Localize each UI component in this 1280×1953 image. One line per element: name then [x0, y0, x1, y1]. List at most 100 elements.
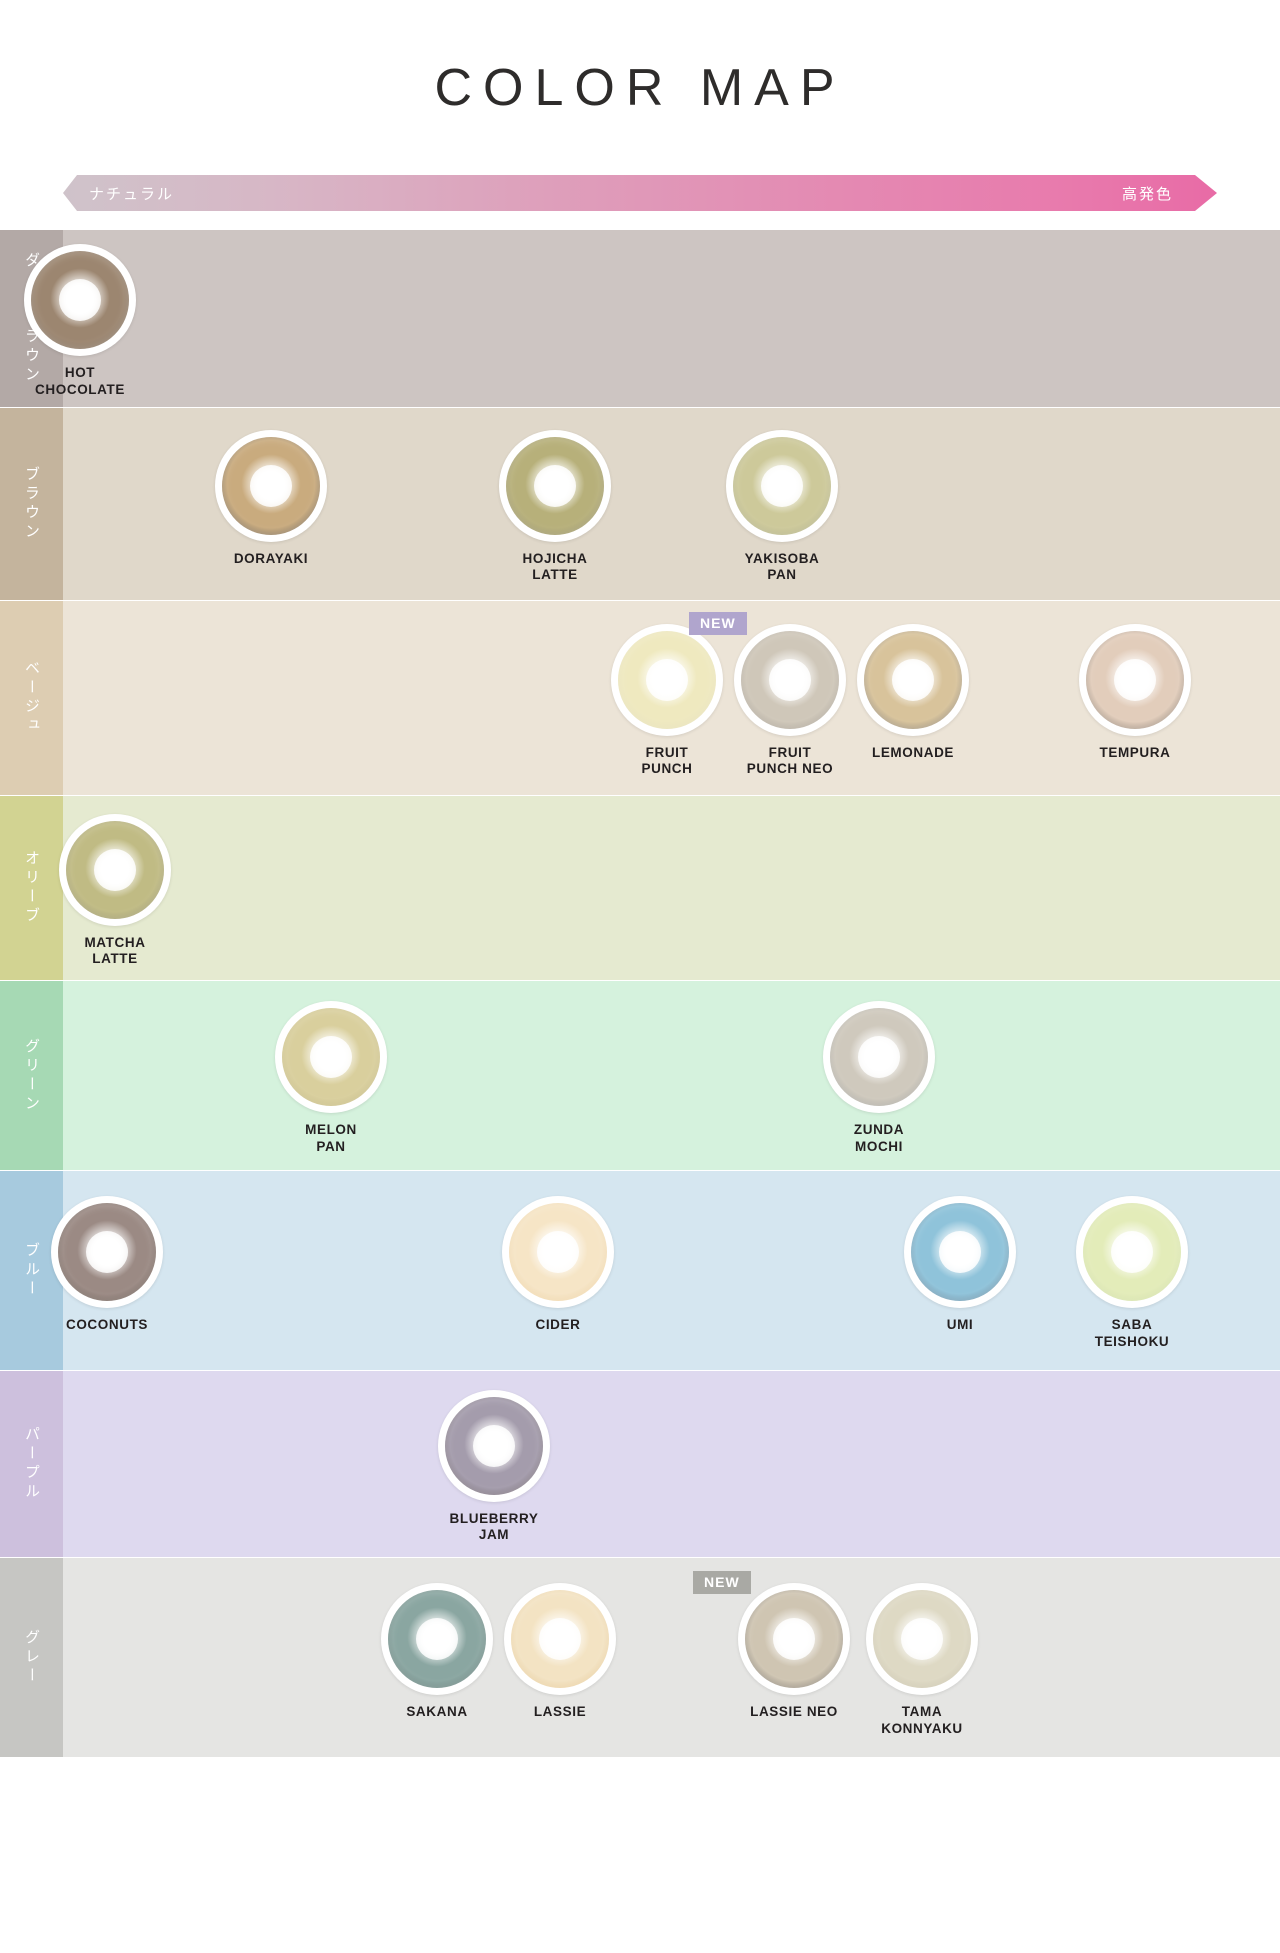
- lens-swatch-icon[interactable]: [504, 1583, 616, 1695]
- lens-item[interactable]: UMI: [885, 1196, 1035, 1334]
- lens-item[interactable]: HOJICHA LATTE: [480, 429, 630, 585]
- lens-swatch-icon[interactable]: [24, 244, 136, 356]
- lens-swatch-icon[interactable]: [438, 1389, 550, 1502]
- lens-swatch-icon[interactable]: [866, 1583, 978, 1695]
- color-row-label-text: パープル: [23, 1426, 41, 1502]
- color-row-label-text: グリーン: [23, 1037, 41, 1114]
- lens-pupil: [773, 1618, 815, 1660]
- lens-name-label: TAMA KONNYAKU: [881, 1704, 963, 1736]
- color-row-label: グレー: [0, 1558, 63, 1757]
- lens-item[interactable]: BLUEBERRY JAM: [419, 1389, 569, 1545]
- color-row: ベージュ FRUIT PUNCH NEW FRUIT PUNCH NEO LEMONADE T…: [0, 601, 1280, 796]
- new-badge: NEW: [689, 611, 747, 635]
- lens-pupil: [537, 1231, 579, 1273]
- lens-pupil: [416, 1618, 458, 1660]
- intensity-scale-bar: ナチュラル 高発色: [63, 175, 1217, 211]
- lens-swatch-icon[interactable]: [904, 1196, 1016, 1308]
- color-map-grid: ダークブラウンHOTCHOCOLATE ブラウン DORAYAKI HOJICHALA…: [0, 220, 1280, 1758]
- lens-pupil: [250, 464, 292, 507]
- page-header: COLOR MAP: [0, 0, 1280, 175]
- lens-swatch-icon[interactable]: [857, 623, 969, 736]
- color-row: オリーブ MATCHA LATTE: [0, 796, 1280, 981]
- color-row-label-text: オリーブ: [23, 850, 41, 926]
- lens-swatch-icon[interactable]: [381, 1583, 493, 1695]
- lens-pupil: [769, 658, 811, 701]
- lens-item[interactable]: HOT CHOCOLATE: [5, 244, 155, 399]
- lens-name-label: ZUNDA MOCHI: [853, 1122, 905, 1154]
- color-row: ブルー COCONUTS CIDER UMI SABA TEISHOKU: [0, 1171, 1280, 1371]
- lens-pupil: [1114, 658, 1156, 701]
- lens-name-label: YAKISOBA PAN: [744, 550, 820, 583]
- color-row: パープル BLUEBERRY JAM: [0, 1371, 1280, 1558]
- lens-item[interactable]: MELON PAN: [256, 1001, 406, 1156]
- lens-item[interactable]: COCONUTS: [32, 1196, 182, 1334]
- lens-item[interactable]: TAMA KONNYAKU: [847, 1583, 997, 1738]
- lens-pupil: [86, 1231, 128, 1273]
- lens-swatch-icon[interactable]: [215, 429, 327, 542]
- scale-label-vivid: 高発色: [1121, 184, 1173, 203]
- color-row-items: HOT CHOCOLATE: [24, 230, 1280, 407]
- lens-name-label: CIDER: [535, 1317, 581, 1332]
- lens-name-label: TEMPURA: [1099, 744, 1171, 760]
- lens-pupil: [1111, 1231, 1153, 1273]
- lens-name-label: HOJICHA LATTE: [522, 550, 588, 583]
- color-row-items: BLUEBERRY JAM: [63, 1371, 1280, 1557]
- lens-swatch-icon[interactable]: [611, 623, 723, 736]
- lens-item[interactable]: TEMPURA: [1060, 623, 1210, 762]
- lens-name-label: BLUEBERRY JAM: [449, 1510, 539, 1543]
- lens-item[interactable]: ZUNDA MOCHI: [804, 1001, 954, 1156]
- lens-swatch-icon[interactable]: [1079, 623, 1191, 736]
- lens-name-label: DORAYAKI: [233, 550, 309, 566]
- color-row: ブラウン DORAYAKI HOJICHA LATTE YAKISOBA PAN: [0, 408, 1280, 601]
- intensity-scale: ナチュラル 高発色: [0, 175, 1280, 220]
- lens-name-label: COCONUTS: [65, 1317, 149, 1332]
- lens-pupil: [646, 658, 688, 701]
- lens-pupil: [939, 1231, 981, 1273]
- lens-swatch-icon[interactable]: [59, 813, 171, 926]
- lens-pupil: [534, 464, 576, 507]
- lens-item[interactable]: LEMONADE: [838, 623, 988, 762]
- color-row-label: ベージュ: [0, 601, 63, 795]
- lens-name-label: MELON PAN: [305, 1122, 357, 1154]
- lens-name-label: SABA TEISHOKU: [1094, 1317, 1170, 1349]
- color-row-label-text: グレー: [23, 1629, 41, 1686]
- lens-pupil: [473, 1424, 515, 1467]
- color-row-label: ブラウン: [0, 408, 63, 600]
- color-row-items: COCONUTS CIDER UMI SABA TEISHOKU: [51, 1171, 1280, 1370]
- lens-swatch-icon[interactable]: [726, 429, 838, 542]
- lens-item[interactable]: YAKISOBA PAN: [707, 429, 857, 585]
- lens-swatch-icon[interactable]: [738, 1583, 850, 1695]
- lens-pupil: [310, 1036, 352, 1078]
- lens-swatch-icon[interactable]: [734, 623, 846, 736]
- lens-pupil: [761, 464, 803, 507]
- color-row-items: SAKANA LASSIE NEW LASSIE NEO TAMA KONNYAKU: [63, 1558, 1280, 1757]
- color-row-items: MATCHA LATTE: [59, 796, 1280, 980]
- lens-item[interactable]: CIDER: [483, 1196, 633, 1334]
- new-badge: NEW: [693, 1571, 751, 1594]
- lens-item[interactable]: SABA TEISHOKU: [1057, 1196, 1207, 1351]
- lens-swatch-icon[interactable]: [502, 1196, 614, 1308]
- color-row: ダークブラウンHOTCHOCOLATE: [0, 230, 1280, 408]
- color-row-label-text: ベージュ: [23, 660, 41, 736]
- color-row-label: パープル: [0, 1371, 63, 1557]
- lens-pupil: [59, 279, 101, 321]
- lens-swatch-icon[interactable]: [499, 429, 611, 542]
- lens-swatch-icon[interactable]: [1076, 1196, 1188, 1308]
- color-row-items: MELON PAN ZUNDA MOCHI: [63, 981, 1280, 1170]
- lens-name-label: LEMONADE: [871, 744, 955, 760]
- color-row-items: DORAYAKI HOJICHA LATTE YAKISOBA PAN: [63, 408, 1280, 600]
- color-row: グレー SAKANA LASSIE NEW LASSIE NEO TAMA KONNYAKU: [0, 1558, 1280, 1758]
- color-row-label-text: ブラウン: [23, 466, 41, 542]
- lens-pupil: [892, 658, 934, 701]
- lens-swatch-icon[interactable]: [823, 1001, 935, 1113]
- lens-item[interactable]: MATCHA LATTE: [40, 813, 190, 969]
- lens-item[interactable]: LASSIE: [485, 1583, 635, 1721]
- color-row: グリーン MELON PAN ZUNDA MOCHI: [0, 981, 1280, 1171]
- lens-pupil: [94, 848, 136, 891]
- lens-name-label: LASSIE: [533, 1704, 587, 1719]
- lens-swatch-icon[interactable]: [51, 1196, 163, 1308]
- color-row-items: FRUIT PUNCH NEW FRUIT PUNCH NEO LEMONADE TEMPU…: [63, 601, 1280, 795]
- lens-swatch-icon[interactable]: [275, 1001, 387, 1113]
- lens-item[interactable]: DORAYAKI: [196, 429, 346, 568]
- lens-name-label: MATCHA LATTE: [84, 934, 146, 967]
